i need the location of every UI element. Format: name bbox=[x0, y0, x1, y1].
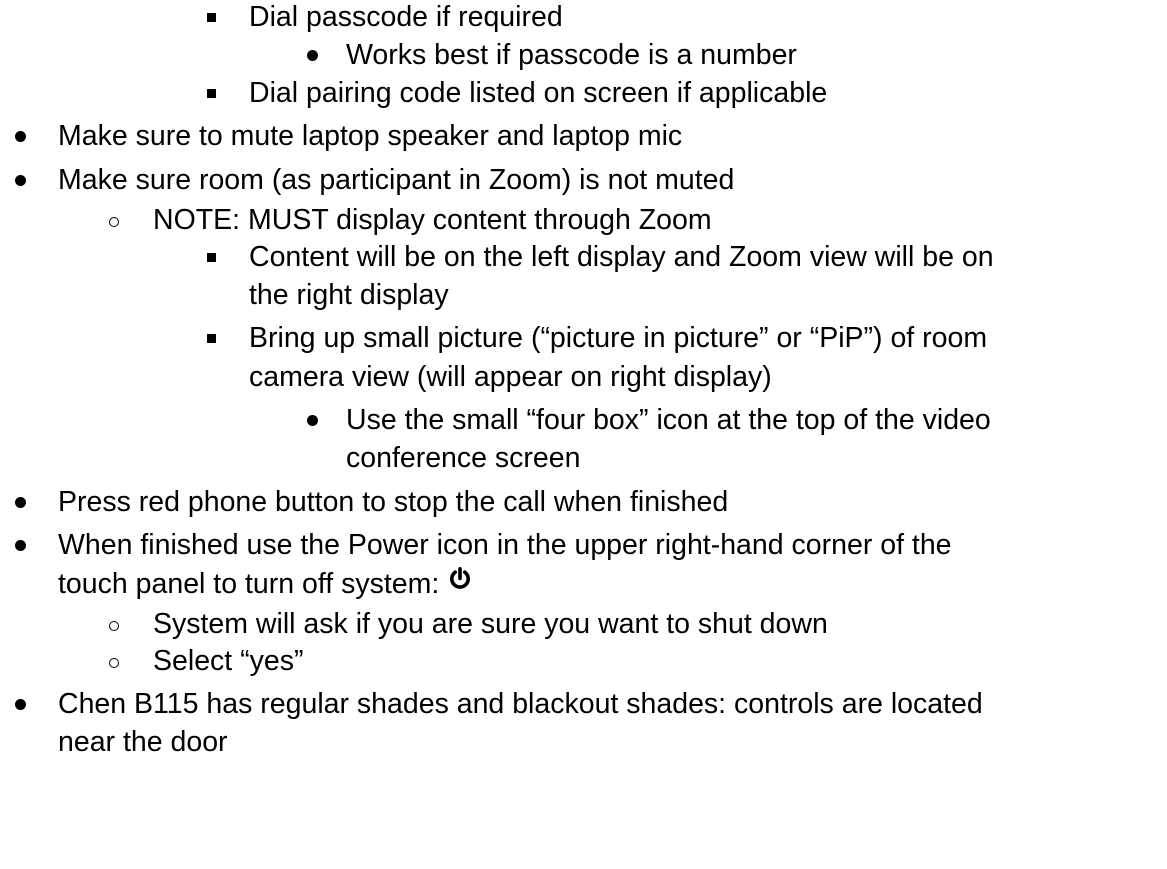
disc-bullet-icon bbox=[15, 175, 26, 186]
list-item-text: Dial pairing code listed on screen if ap… bbox=[249, 77, 828, 109]
list-item-text: Works best if passcode is a number bbox=[346, 39, 797, 71]
power-icon bbox=[449, 565, 471, 600]
list-item-continuation: near the door bbox=[0, 725, 1167, 760]
list-item: Works best if passcode is a number bbox=[0, 38, 1167, 73]
disc-bullet-icon bbox=[15, 131, 26, 142]
list-item-text: Use the small “four box” icon at the top… bbox=[346, 404, 991, 436]
list-item-continuation: the right display bbox=[0, 278, 1167, 313]
list-item-continuation: camera view (will appear on right displa… bbox=[0, 360, 1167, 395]
list-item-text: System will ask if you are sure you want… bbox=[153, 608, 828, 640]
list-item-text: the right display bbox=[249, 279, 449, 311]
square-bullet-icon bbox=[207, 253, 216, 262]
list-item-text: When finished use the Power icon in the … bbox=[58, 529, 952, 561]
list-item: Content will be on the left display and … bbox=[0, 240, 1167, 275]
list-item-text: Press red phone button to stop the call … bbox=[58, 486, 729, 518]
disc-bullet-icon bbox=[15, 497, 26, 508]
list-item: When finished use the Power icon in the … bbox=[0, 528, 1167, 563]
circle-bullet-icon bbox=[109, 658, 119, 668]
list-item-text: Bring up small picture (“picture in pict… bbox=[249, 322, 988, 354]
list-item-text: Content will be on the left display and … bbox=[249, 241, 994, 273]
list-item: Bring up small picture (“picture in pict… bbox=[0, 321, 1167, 356]
square-bullet-icon bbox=[207, 334, 216, 343]
list-item: Make sure room (as participant in Zoom) … bbox=[0, 163, 1167, 198]
list-item-text: Make sure to mute laptop speaker and lap… bbox=[58, 120, 683, 152]
list-item-continuation: touch panel to turn off system: bbox=[0, 565, 1167, 603]
square-bullet-icon bbox=[207, 89, 216, 98]
list-item-text-group: touch panel to turn off system: bbox=[58, 565, 471, 603]
document-page: Dial passcode if required Works best if … bbox=[0, 0, 1167, 869]
list-item: Chen B115 has regular shades and blackou… bbox=[0, 687, 1167, 722]
list-item: Press red phone button to stop the call … bbox=[0, 485, 1167, 520]
disc-bullet-icon bbox=[307, 50, 318, 61]
list-item-text: touch panel to turn off system: bbox=[58, 568, 440, 600]
list-item: System will ask if you are sure you want… bbox=[0, 607, 1167, 642]
list-item-text: camera view (will appear on right displa… bbox=[249, 361, 772, 393]
circle-bullet-icon bbox=[109, 621, 119, 631]
list-item: Dial pairing code listed on screen if ap… bbox=[0, 76, 1167, 111]
list-item-text: near the door bbox=[58, 726, 228, 758]
circle-bullet-icon bbox=[109, 217, 119, 227]
square-bullet-icon bbox=[207, 13, 216, 22]
list-item-text: Dial passcode if required bbox=[249, 1, 563, 33]
list-item: NOTE: MUST display content through Zoom bbox=[0, 203, 1167, 238]
list-item-continuation: conference screen bbox=[0, 441, 1167, 476]
list-item-text: Make sure room (as participant in Zoom) … bbox=[58, 164, 735, 196]
list-item: Use the small “four box” icon at the top… bbox=[0, 403, 1167, 438]
list-item: Select “yes” bbox=[0, 644, 1167, 679]
disc-bullet-icon bbox=[15, 540, 26, 551]
list-item-text: NOTE: MUST display content through Zoom bbox=[153, 204, 712, 236]
disc-bullet-icon bbox=[15, 699, 26, 710]
list-item-text: Chen B115 has regular shades and blackou… bbox=[58, 688, 983, 720]
list-item: Make sure to mute laptop speaker and lap… bbox=[0, 119, 1167, 154]
list-item: Dial passcode if required bbox=[0, 0, 1167, 35]
disc-bullet-icon bbox=[307, 415, 318, 426]
list-item-text: conference screen bbox=[346, 442, 581, 474]
list-item-text: Select “yes” bbox=[153, 645, 304, 677]
